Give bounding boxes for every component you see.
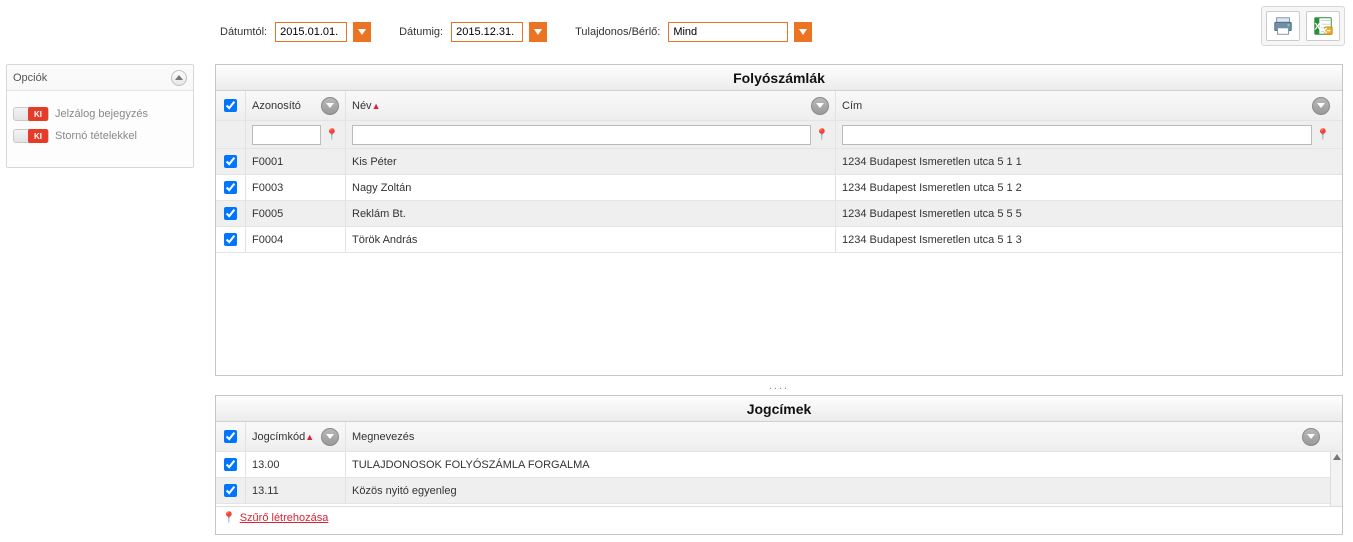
titles-title: Jogcímek [216, 396, 1342, 422]
row-checkbox[interactable] [224, 155, 237, 168]
sort-asc-icon: ▲ [305, 432, 314, 442]
filter-icon: 📍 [222, 511, 236, 524]
titles-header-checkbox-cell [216, 422, 246, 451]
option-storno-toggle[interactable]: KI [13, 129, 49, 143]
accounts-filter-address-input[interactable] [842, 125, 1312, 145]
cell-code: 13.00 [246, 452, 346, 477]
cell-code: 13.11 [246, 478, 346, 503]
titles-footer: 📍 Szűrő létrehozása [216, 506, 1342, 528]
cell-name: Kis Péter [346, 149, 836, 174]
date-to-label: Dátumig: [399, 26, 443, 38]
accounts-col-name-sort-icon[interactable] [811, 97, 829, 115]
date-to-input[interactable] [451, 22, 523, 42]
accounts-col-id-sort-icon[interactable] [321, 97, 339, 115]
options-collapse-icon[interactable] [171, 70, 187, 86]
titles-col-name[interactable]: Megnevezés [346, 422, 1326, 451]
cell-id: F0005 [246, 201, 346, 226]
cell-name: Reklám Bt. [346, 201, 836, 226]
cell-name: Nagy Zoltán [346, 175, 836, 200]
option-jelzalog-toggle[interactable]: KI [13, 107, 49, 121]
date-from-input[interactable] [275, 22, 347, 42]
cell-name: Közös nyitó egyenleg [346, 478, 1326, 503]
option-jelzalog[interactable]: KI Jelzálog bejegyzés [13, 107, 187, 121]
grid-splitter[interactable]: .... [215, 380, 1343, 392]
table-row[interactable]: F0004 Török András 1234 Budapest Ismeret… [216, 227, 1342, 253]
filter-bar: Dátumtól: Dátumig: Tulajdonos/Bérlő: [220, 22, 812, 42]
cell-name: TULAJDONOSOK FOLYÓSZÁMLA FORGALMA [346, 452, 1326, 477]
accounts-col-id-label: Azonosító [252, 100, 301, 112]
date-to-dropdown-button[interactable] [529, 22, 547, 42]
cell-address: 1234 Budapest Ismeretlen utca 5 1 2 [836, 175, 1336, 200]
row-checkbox[interactable] [224, 233, 237, 246]
titles-col-code-sort-icon[interactable] [321, 428, 339, 446]
table-row[interactable]: 13.11 Közös nyitó egyenleg [216, 478, 1342, 504]
table-row[interactable]: F0001 Kis Péter 1234 Budapest Ismeretlen… [216, 149, 1342, 175]
row-checkbox[interactable] [224, 181, 237, 194]
titles-body[interactable]: 13.00 TULAJDONOSOK FOLYÓSZÁMLA FORGALMA … [216, 452, 1342, 506]
cell-id: F0003 [246, 175, 346, 200]
row-checkbox[interactable] [224, 458, 237, 471]
owner-label: Tulajdonos/Bérlő: [575, 26, 660, 38]
accounts-select-all-checkbox[interactable] [224, 99, 237, 112]
filter-icon[interactable]: 📍 [325, 128, 339, 141]
cell-id: F0001 [246, 149, 346, 174]
table-row[interactable]: F0003 Nagy Zoltán 1234 Budapest Ismeretl… [216, 175, 1342, 201]
accounts-col-name[interactable]: Név ▲ [346, 91, 836, 120]
sort-asc-icon: ▲ [372, 101, 381, 111]
accounts-col-address-sort-icon[interactable] [1312, 97, 1330, 115]
option-jelzalog-label: Jelzálog bejegyzés [55, 108, 148, 120]
titles-col-name-label: Megnevezés [352, 431, 414, 443]
date-from-dropdown-button[interactable] [353, 22, 371, 42]
accounts-col-name-label: Név [352, 100, 372, 112]
owner-dropdown-button[interactable] [794, 22, 812, 42]
cell-address: 1234 Budapest Ismeretlen utca 5 1 1 [836, 149, 1336, 174]
cell-name: Török András [346, 227, 836, 252]
table-row[interactable]: F0005 Reklám Bt. 1234 Budapest Ismeretle… [216, 201, 1342, 227]
accounts-col-address[interactable]: Cím [836, 91, 1336, 120]
titles-col-name-sort-icon[interactable] [1302, 428, 1320, 446]
accounts-filter-row: 📍 📍 📍 [216, 121, 1342, 149]
row-checkbox[interactable] [224, 484, 237, 497]
titles-col-code[interactable]: Jogcímkód ▲ [246, 422, 346, 451]
excel-export-button[interactable]: X [1306, 11, 1340, 41]
accounts-header-row: Azonosító Név ▲ Cím [216, 91, 1342, 121]
options-header[interactable]: Opciók [7, 65, 193, 91]
titles-col-code-label: Jogcímkód [252, 431, 305, 443]
cell-address: 1234 Budapest Ismeretlen utca 5 5 5 [836, 201, 1336, 226]
row-checkbox[interactable] [224, 207, 237, 220]
accounts-body[interactable]: F0001 Kis Péter 1234 Budapest Ismeretlen… [216, 149, 1342, 377]
filter-icon[interactable]: 📍 [1316, 128, 1330, 141]
option-storno[interactable]: KI Stornó tételekkel [13, 129, 187, 143]
accounts-filter-id-input[interactable] [252, 125, 321, 145]
action-bar: X [1261, 6, 1345, 46]
titles-scrollbar[interactable] [1330, 452, 1342, 506]
svg-text:X: X [1314, 22, 1321, 32]
accounts-grid: Folyószámlák Azonosító Név ▲ Cím 📍 📍 📍 F… [215, 64, 1343, 376]
accounts-col-id[interactable]: Azonosító [246, 91, 346, 120]
accounts-filter-name-input[interactable] [352, 125, 811, 145]
cell-address: 1234 Budapest Ismeretlen utca 5 1 3 [836, 227, 1336, 252]
titles-header-row: Jogcímkód ▲ Megnevezés [216, 422, 1342, 452]
owner-select[interactable] [668, 22, 788, 42]
options-body: KI Jelzálog bejegyzés KI Stornó tételekk… [7, 91, 193, 167]
toggle-state: KI [28, 129, 48, 143]
toggle-state: KI [28, 107, 48, 121]
filter-icon[interactable]: 📍 [815, 128, 829, 141]
options-title: Opciók [13, 72, 47, 84]
options-panel: Opciók KI Jelzálog bejegyzés KI Stornó t… [6, 64, 194, 168]
accounts-title: Folyószámlák [216, 65, 1342, 91]
date-from-label: Dátumtól: [220, 26, 267, 38]
print-button[interactable] [1266, 11, 1300, 41]
accounts-col-address-label: Cím [842, 100, 862, 112]
option-storno-label: Stornó tételekkel [55, 130, 137, 142]
scroll-up-icon[interactable] [1332, 452, 1342, 462]
accounts-header-checkbox-cell [216, 91, 246, 120]
table-row[interactable]: 13.00 TULAJDONOSOK FOLYÓSZÁMLA FORGALMA [216, 452, 1342, 478]
titles-grid: Jogcímek Jogcímkód ▲ Megnevezés 13.00 TU… [215, 395, 1343, 535]
create-filter-link[interactable]: Szűrő létrehozása [240, 512, 329, 524]
titles-select-all-checkbox[interactable] [224, 430, 237, 443]
cell-id: F0004 [246, 227, 346, 252]
